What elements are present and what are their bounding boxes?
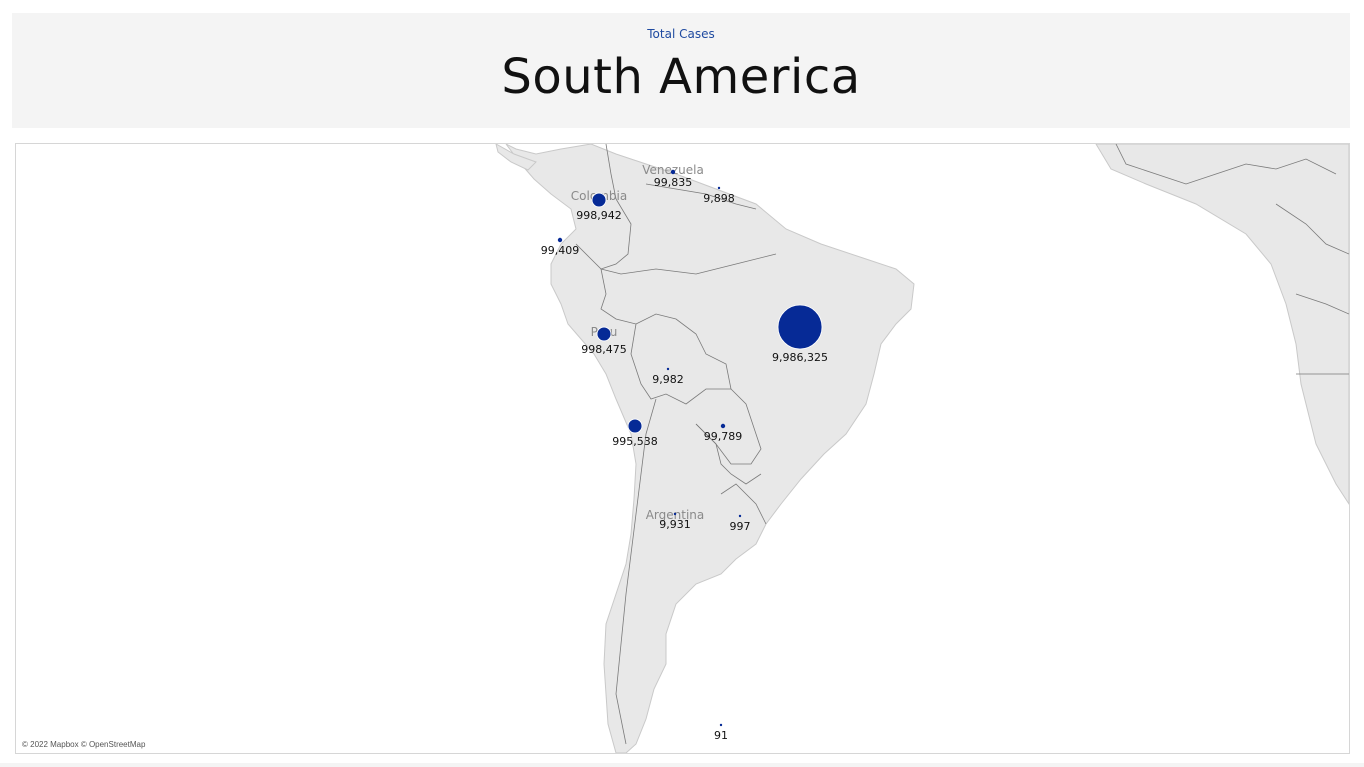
map-marker-5[interactable]	[666, 367, 670, 371]
map-marker-label-11: 91	[714, 729, 728, 742]
measure-subtitle: Total Cases	[647, 27, 715, 41]
south-america-landmass	[505, 144, 915, 753]
map-marker-8[interactable]	[720, 423, 726, 429]
map-view[interactable]: Venezuela Colombia Peru Argentina 99,835…	[15, 143, 1350, 754]
map-marker-label-0: 99,835	[654, 176, 693, 189]
map-marker-label-8: 99,789	[704, 430, 743, 443]
map-marker-6[interactable]	[777, 304, 823, 350]
map-marker-7[interactable]	[627, 418, 643, 434]
map-marker-label-6: 9,986,325	[772, 351, 828, 364]
map-canvas[interactable]: Venezuela Colombia Peru Argentina 99,835…	[16, 144, 1349, 753]
map-marker-1[interactable]	[717, 186, 721, 190]
map-marker-label-2: 998,942	[576, 209, 622, 222]
map-marker-9[interactable]	[673, 512, 677, 516]
map-marker-0[interactable]	[670, 169, 676, 175]
map-marker-label-9: 9,931	[659, 518, 691, 531]
land-layer	[495, 144, 1349, 753]
map-marker-label-1: 9,898	[703, 192, 735, 205]
map-attribution[interactable]: © 2022 Mapbox © OpenStreetMap	[22, 740, 145, 749]
map-marker-3[interactable]	[557, 237, 563, 243]
map-marker-label-7: 995,538	[612, 435, 658, 448]
map-marker-label-5: 9,982	[652, 373, 684, 386]
map-marker-4[interactable]	[596, 326, 612, 342]
page-title: South America	[501, 49, 861, 105]
map-marker-label-10: 997	[730, 520, 751, 533]
map-marker-label-4: 998,475	[581, 343, 627, 356]
bottom-divider	[0, 763, 1364, 767]
africa-landmass	[1095, 144, 1349, 505]
map-marker-10[interactable]	[738, 514, 742, 518]
map-marker-label-3: 99,409	[541, 244, 580, 257]
map-marker-11[interactable]	[719, 723, 723, 727]
map-marker-2[interactable]	[591, 192, 607, 208]
dashboard-header: Total Cases South America	[12, 13, 1350, 128]
